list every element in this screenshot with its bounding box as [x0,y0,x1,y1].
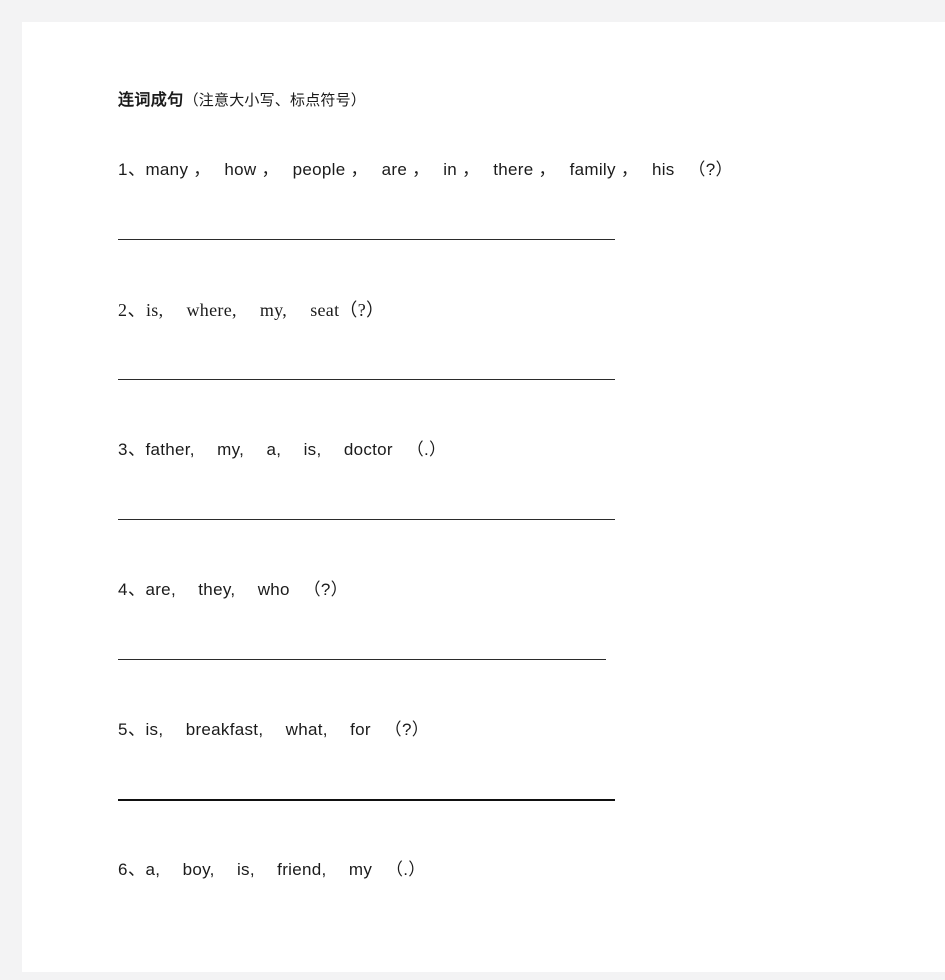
answer-line[interactable] [118,239,615,240]
question-item: 5、is, breakfast, what, for （?） [118,700,908,840]
question-item: 1、many ， how ， people ， are ， in ， there… [118,140,908,280]
question-words: are, they, who （?） [145,580,348,599]
question-number: 1、 [118,160,146,179]
question-text: 3、father, my, a, is, doctor （.） [118,438,446,462]
question-item: 4、are, they, who （?） [118,560,908,700]
question-words: father, my, a, is, doctor （.） [145,440,447,459]
question-item: 2、is, where, my, seat（?） [118,280,908,420]
answer-line[interactable] [118,519,615,520]
page-title: 连词成句（注意大小写、标点符号） [118,90,366,112]
question-words: a, boy, is, friend, my （.） [145,860,426,879]
question-text: 2、is, where, my, seat（?） [118,298,384,322]
question-item: 6、a, boy, is, friend, my （.） [118,840,908,980]
answer-line[interactable] [118,659,606,660]
question-item: 3、father, my, a, is, doctor （.） [118,420,908,560]
page-title-note: （注意大小写、标点符号） [183,92,367,109]
question-number: 3、 [118,440,146,459]
question-number: 4、 [118,580,146,599]
question-words: is, where, my, seat（?） [146,300,385,320]
document-page: 连词成句（注意大小写、标点符号） 1、many ， how ， people ，… [22,22,945,972]
question-text: 4、are, they, who （?） [118,578,348,602]
question-words: many ， how ， people ， are ， in ， there ，… [145,160,733,179]
page-title-main: 连词成句 [118,92,184,109]
question-text: 5、is, breakfast, what, for （?） [118,718,429,742]
question-text: 1、many ， how ， people ， are ， in ， there… [118,158,733,182]
question-number: 5、 [118,720,146,739]
question-number: 6、 [118,860,146,879]
question-list: 1、many ， how ， people ， are ， in ， there… [118,140,908,980]
question-text: 6、a, boy, is, friend, my （.） [118,858,426,882]
question-words: is, breakfast, what, for （?） [145,720,430,739]
answer-line[interactable] [118,379,615,380]
question-number: 2、 [118,300,146,320]
answer-line[interactable] [118,799,615,801]
